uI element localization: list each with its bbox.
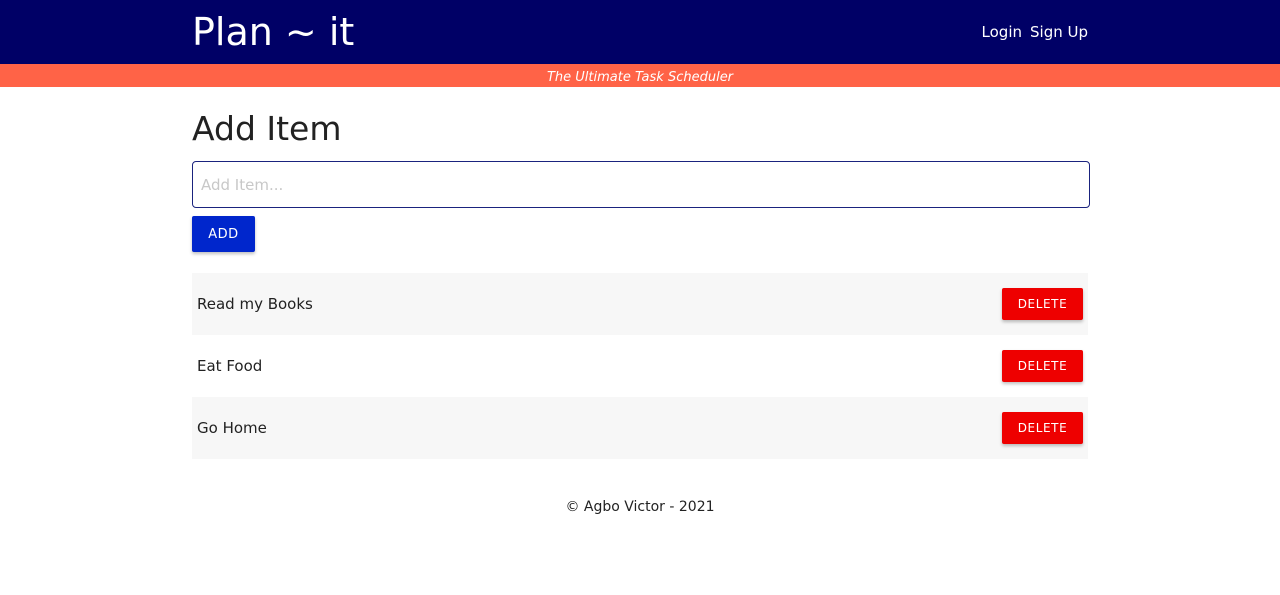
tagline-banner: The Ultimate Task Scheduler (0, 64, 1280, 87)
nav-links: Login Sign Up (982, 22, 1088, 42)
footer-copyright: © Agbo Victor - 2021 (565, 499, 715, 515)
brand-logo[interactable]: Plan ~ it (192, 8, 354, 56)
list-item: Go Home DELETE (192, 397, 1088, 459)
list-item-text: Read my Books (197, 295, 313, 313)
list-item-text: Eat Food (197, 357, 263, 375)
delete-button[interactable]: DELETE (1002, 288, 1083, 320)
delete-button[interactable]: DELETE (1002, 412, 1083, 444)
main-content: Add Item ADD Read my Books DELETE Eat Fo… (192, 87, 1090, 459)
login-link[interactable]: Login (982, 22, 1022, 42)
list-item-text: Go Home (197, 419, 267, 437)
delete-button[interactable]: DELETE (1002, 350, 1083, 382)
signup-link[interactable]: Sign Up (1030, 22, 1088, 42)
list-item: Read my Books DELETE (192, 273, 1088, 335)
add-button[interactable]: ADD (192, 216, 255, 252)
tagline-text: The Ultimate Task Scheduler (546, 70, 734, 85)
navbar: Plan ~ it Login Sign Up (0, 0, 1280, 64)
list-item: Eat Food DELETE (192, 335, 1088, 397)
add-item-input[interactable] (192, 161, 1090, 208)
footer: © Agbo Victor - 2021 (0, 497, 1280, 517)
todo-list: Read my Books DELETE Eat Food DELETE Go … (192, 273, 1088, 459)
page-title: Add Item (192, 109, 342, 148)
